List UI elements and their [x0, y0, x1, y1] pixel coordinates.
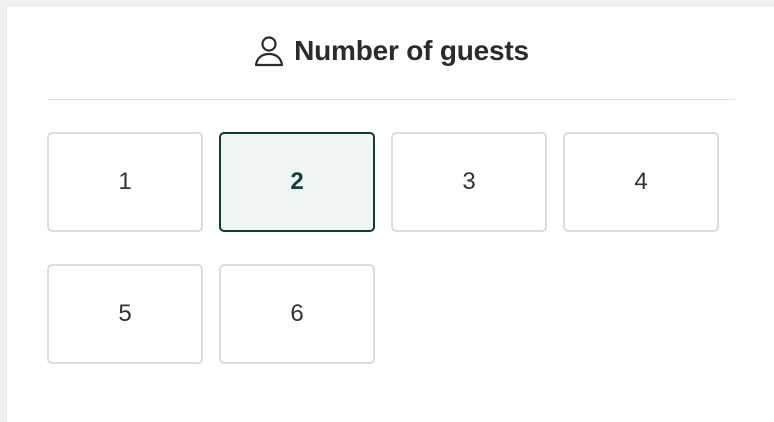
- guest-option-1[interactable]: 1: [47, 132, 203, 232]
- guest-option-3[interactable]: 3: [391, 132, 547, 232]
- person-icon: [254, 36, 284, 67]
- guest-option-6[interactable]: 6: [219, 264, 375, 364]
- divider: [47, 99, 735, 100]
- guest-header: Number of guests: [7, 34, 774, 68]
- guest-option-4[interactable]: 4: [563, 132, 719, 232]
- guest-option-2[interactable]: 2: [219, 132, 375, 232]
- guest-option-5[interactable]: 5: [47, 264, 203, 364]
- guest-header-inner: Number of guests: [253, 34, 529, 68]
- page-title: Number of guests: [294, 35, 529, 66]
- guest-options-grid: 1 2 3 4 5 6: [47, 132, 719, 364]
- guest-selector-panel: Number of guests 1 2 3 4 5 6: [6, 5, 774, 422]
